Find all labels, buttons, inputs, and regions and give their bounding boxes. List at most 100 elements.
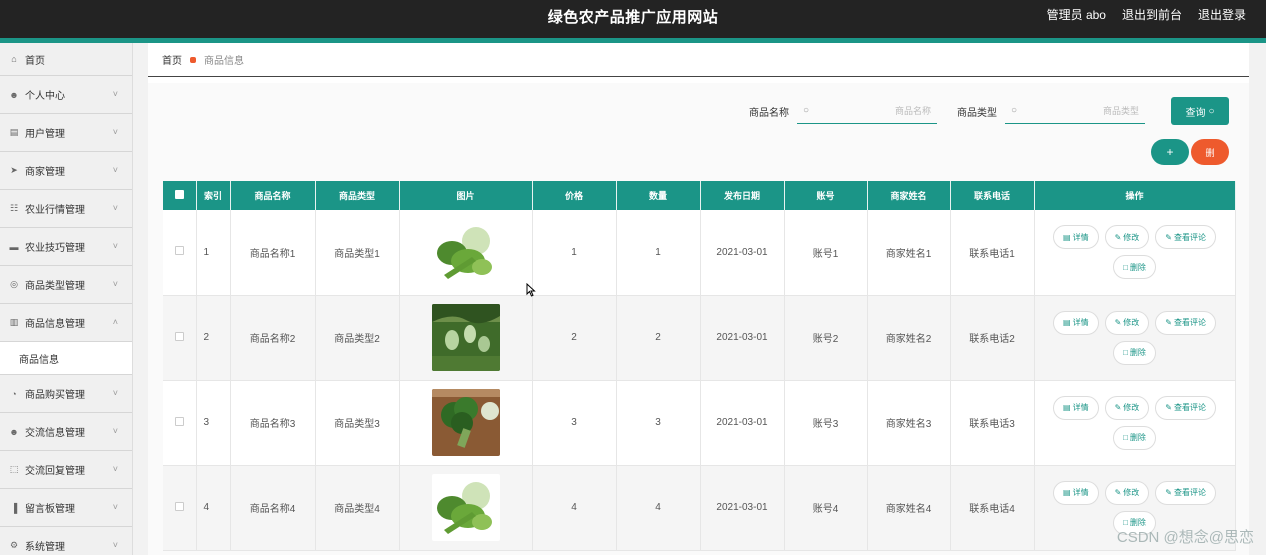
col-header: 数量 bbox=[616, 181, 701, 210]
row-checkbox[interactable] bbox=[174, 246, 184, 256]
row-select-cell[interactable] bbox=[163, 465, 197, 551]
pencil-icon: ✎ bbox=[1165, 488, 1172, 497]
cell-index: 3 bbox=[196, 380, 231, 466]
bulk-delete-button[interactable]: 删 bbox=[1191, 139, 1229, 165]
view-reviews-button[interactable]: ✎ 查看评论 bbox=[1155, 480, 1216, 505]
product-image bbox=[431, 389, 500, 456]
product-image bbox=[431, 218, 500, 286]
review-label: 查看评论 bbox=[1173, 318, 1206, 327]
detail-button[interactable]: ▤ 详情 bbox=[1053, 310, 1099, 335]
col-header: 账号 bbox=[784, 181, 868, 210]
sidebar-item-label: 用户管理 bbox=[25, 129, 65, 140]
trash-icon: □ bbox=[1123, 262, 1128, 272]
user-icon: ☻ bbox=[9, 89, 19, 100]
view-reviews-button[interactable]: ✎ 查看评论 bbox=[1155, 310, 1216, 335]
row-select-cell[interactable] bbox=[163, 295, 197, 381]
doc-icon: ▤ bbox=[1063, 403, 1071, 412]
edit-label: 修改 bbox=[1123, 318, 1140, 327]
cell-name: 商品名称2 bbox=[230, 295, 316, 381]
sidebar-item[interactable]: ⚙ 系统管理 ˅ bbox=[0, 527, 132, 555]
cell-phone: 联系电话2 bbox=[950, 295, 1035, 381]
delete-label: 删除 bbox=[1129, 433, 1146, 442]
row-checkbox[interactable] bbox=[174, 331, 184, 341]
edit-button[interactable]: ✎ 修改 bbox=[1104, 310, 1150, 335]
cell-price: 3 bbox=[532, 380, 617, 466]
name-search-label: 商品名称 bbox=[749, 107, 789, 119]
detail-label: 详情 bbox=[1072, 318, 1089, 327]
search-form: 商品名称 ○ 商品类型 ○ 查询 ○ bbox=[749, 97, 1229, 125]
detail-label: 详情 bbox=[1072, 232, 1089, 242]
table-row: 3 商品名称3 商品类型3 3 3 2021-03-01 账号3 商家姓名3 联系电话3 ▤ 详情 ✎… bbox=[163, 380, 1236, 466]
name-search-input[interactable] bbox=[809, 105, 931, 116]
sidebar-item[interactable]: ▤ 用户管理 ˅ bbox=[0, 114, 132, 152]
sidebar-item[interactable]: ▥ 商品信息管理 ˄ bbox=[0, 304, 132, 342]
delete-button[interactable]: □ 删除 bbox=[1113, 425, 1156, 450]
query-button[interactable]: 查询 ○ bbox=[1171, 97, 1229, 125]
breadcrumb: 首页 商品信息 bbox=[148, 43, 1249, 77]
detail-button[interactable]: ▤ 详情 bbox=[1053, 395, 1099, 420]
cell-merchant: 商家姓名1 bbox=[867, 210, 951, 296]
mouse-cursor-icon bbox=[526, 283, 536, 297]
edit-button[interactable]: ✎ 修改 bbox=[1104, 480, 1150, 505]
breadcrumb-separator-icon bbox=[190, 56, 196, 63]
chat-icon: ▤ bbox=[9, 127, 19, 137]
view-reviews-button[interactable]: ✎ 查看评论 bbox=[1155, 225, 1216, 250]
type-search-input[interactable] bbox=[1017, 105, 1139, 116]
sidebar-item[interactable]: ⌂ 首页 bbox=[0, 43, 132, 76]
chevron-down-icon: ˅ bbox=[112, 241, 118, 251]
cell-name: 商品名称1 bbox=[230, 210, 316, 296]
review-label: 查看评论 bbox=[1173, 232, 1206, 242]
sidebar-item[interactable]: ◎ 商品类型管理 ˅ bbox=[0, 266, 132, 304]
sidebar-item[interactable]: ☻ 交流信息管理 ˅ bbox=[0, 413, 132, 451]
chevron-down-icon: ˅ bbox=[112, 388, 118, 398]
pencil-icon: ✎ bbox=[1165, 403, 1172, 412]
trash-icon: □ bbox=[1123, 348, 1128, 357]
delete-button[interactable]: □ 删除 bbox=[1113, 340, 1156, 365]
pencil-icon: ✎ bbox=[1114, 232, 1122, 242]
product-table: 索引 商品名称 商品类型 图片 价格 数量 发布日期 账号 商家姓名 联系电话 … bbox=[163, 181, 1236, 551]
logout-link[interactable]: 退出登录 bbox=[1198, 6, 1246, 23]
row-select-cell[interactable] bbox=[163, 380, 197, 466]
add-button[interactable]: + bbox=[1151, 139, 1189, 165]
table-row: 4 商品名称4 商品类型4 4 4 2021-03-01 账号4 商家姓名4 联系电话4 ▤ 详情 ✎… bbox=[163, 465, 1236, 551]
edit-label: 修改 bbox=[1123, 488, 1140, 497]
cell-actions: ▤ 详情 ✎ 修改 ✎ 查看评论 □ 删除 bbox=[1034, 210, 1236, 296]
query-button-label: 查询 bbox=[1185, 107, 1206, 119]
col-header: 商品名称 bbox=[230, 181, 316, 210]
admin-label: 管理员 abo bbox=[1046, 8, 1106, 22]
sidebar-item[interactable]: ☷ 农业行情管理 ˅ bbox=[0, 190, 132, 228]
cell-type: 商品类型4 bbox=[315, 465, 400, 551]
sidebar-item[interactable]: ◔ 商品购买管理 ˅ bbox=[0, 375, 132, 413]
breadcrumb-home[interactable]: 首页 bbox=[162, 52, 182, 67]
select-all-header[interactable] bbox=[163, 181, 197, 210]
chevron-down-icon: ˅ bbox=[112, 127, 118, 137]
to-front-link[interactable]: 退出到前台 bbox=[1122, 6, 1182, 23]
select-all-checkbox[interactable] bbox=[174, 190, 184, 199]
detail-button[interactable]: ▤ 详情 bbox=[1053, 225, 1099, 250]
sidebar-item[interactable]: ☻ 个人中心 ˅ bbox=[0, 76, 132, 114]
cell-actions: ▤ 详情 ✎ 修改 ✎ 查看评论 □ 删除 bbox=[1034, 295, 1236, 381]
detail-button[interactable]: ▤ 详情 bbox=[1053, 480, 1099, 505]
sidebar-item[interactable]: ➤ 商家管理 ˅ bbox=[0, 152, 132, 190]
delete-button[interactable]: □ 删除 bbox=[1113, 255, 1156, 280]
row-checkbox[interactable] bbox=[174, 416, 184, 426]
edit-button[interactable]: ✎ 修改 bbox=[1104, 225, 1150, 250]
top-bar: 绿色农产品推广应用网站 管理员 abo 退出到前台 退出登录 bbox=[0, 0, 1266, 38]
bar-icon: ▐ bbox=[10, 502, 18, 513]
row-checkbox[interactable] bbox=[174, 501, 184, 511]
sidebar-subitem[interactable]: 商品信息 bbox=[0, 342, 132, 375]
edit-button[interactable]: ✎ 修改 bbox=[1104, 395, 1150, 420]
sidebar-item[interactable]: ▐ 留言板管理 ˅ bbox=[0, 489, 132, 527]
cell-qty: 3 bbox=[616, 380, 701, 466]
row-select-cell[interactable] bbox=[163, 210, 197, 296]
name-search-field[interactable]: ○ bbox=[797, 98, 937, 124]
type-search-field[interactable]: ○ bbox=[1005, 98, 1145, 124]
table-header-row: 索引 商品名称 商品类型 图片 价格 数量 发布日期 账号 商家姓名 联系电话 … bbox=[163, 181, 1236, 210]
chevron-down-icon: ˅ bbox=[112, 464, 118, 474]
cell-type: 商品类型1 bbox=[315, 210, 400, 296]
cell-index: 4 bbox=[196, 465, 231, 551]
pencil-icon: ✎ bbox=[1165, 232, 1172, 242]
view-reviews-button[interactable]: ✎ 查看评论 bbox=[1155, 395, 1216, 420]
sidebar-item[interactable]: ▬ 农业技巧管理 ˅ bbox=[0, 228, 132, 266]
sidebar-item[interactable]: ⬚ 交流回复管理 ˅ bbox=[0, 451, 132, 489]
